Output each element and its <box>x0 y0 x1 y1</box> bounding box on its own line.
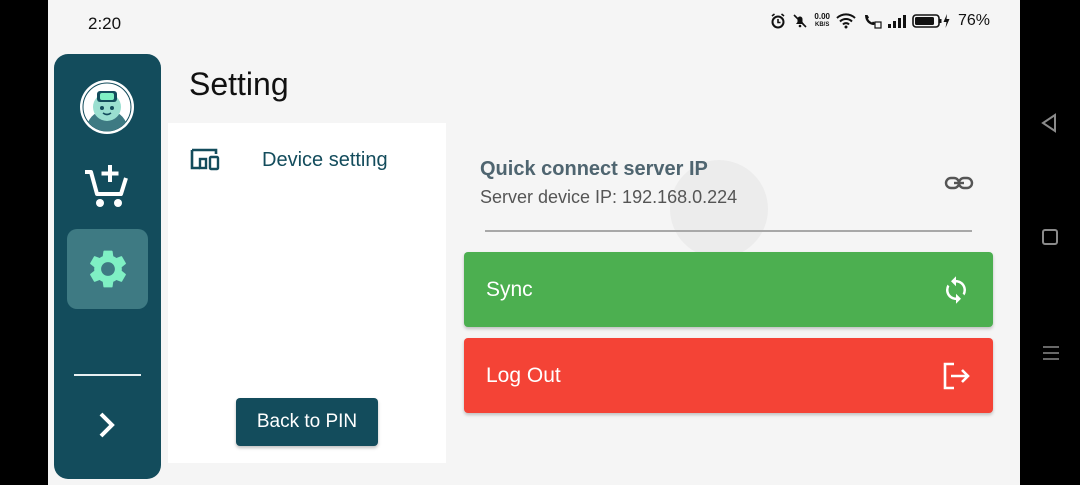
quick-connect-link-button[interactable] <box>944 170 974 196</box>
battery-percent: 76% <box>957 12 990 29</box>
logout-button[interactable]: Log Out <box>464 338 993 413</box>
sync-icon <box>946 275 966 304</box>
navigation-rail <box>54 54 161 479</box>
status-time: 2:20 <box>88 14 122 33</box>
avatar[interactable] <box>80 80 134 134</box>
nav-home-button[interactable] <box>1042 229 1058 245</box>
net-speed: 0.00 KB/S <box>814 12 830 29</box>
chevron-right-icon <box>99 412 115 438</box>
back-to-pin-button[interactable]: Back to PIN <box>236 398 378 446</box>
menu-lines-icon <box>1043 346 1059 360</box>
mute-icon <box>792 13 808 29</box>
logout-icon <box>943 362 970 389</box>
app-screen: 2:20 0.00 KB/S 76% Setting Device settin… <box>48 0 1020 485</box>
nav-back-button[interactable] <box>1040 113 1058 138</box>
settings-menu-panel: Device setting Back to PIN <box>168 123 446 463</box>
quick-connect-divider <box>485 230 972 232</box>
menu-item-label: Device setting <box>262 148 388 171</box>
gear-icon <box>89 250 126 288</box>
signal-icon <box>887 14 906 28</box>
robot-avatar-icon <box>82 82 132 132</box>
rail-item-settings[interactable] <box>67 229 148 309</box>
menu-item-device-setting[interactable]: Device setting <box>188 147 388 173</box>
back-triangle-icon <box>1041 113 1056 133</box>
page-title: Setting <box>189 66 289 102</box>
alarm-icon <box>770 13 786 29</box>
add-cart-icon <box>85 165 128 207</box>
quick-connect-title[interactable]: Quick connect server IP <box>480 158 708 181</box>
link-icon <box>944 176 974 190</box>
sync-button[interactable]: Sync <box>464 252 993 327</box>
server-ip-text: Server device IP: 192.168.0.224 <box>480 187 738 207</box>
left-screen-edge <box>0 0 48 485</box>
logout-label: Log Out <box>486 363 561 387</box>
wifi-icon <box>836 13 856 29</box>
rail-item-add-cart[interactable] <box>80 162 134 212</box>
status-icons: 0.00 KB/S 76% <box>770 12 990 30</box>
nav-recents-button[interactable] <box>1042 344 1060 367</box>
rail-expand-button[interactable] <box>90 408 124 442</box>
system-navigation-bar <box>1020 0 1080 485</box>
volte-call-icon <box>862 13 882 29</box>
sync-label: Sync <box>486 277 533 301</box>
battery-icon <box>912 13 952 29</box>
devices-icon <box>190 148 220 171</box>
rail-divider <box>74 374 141 376</box>
